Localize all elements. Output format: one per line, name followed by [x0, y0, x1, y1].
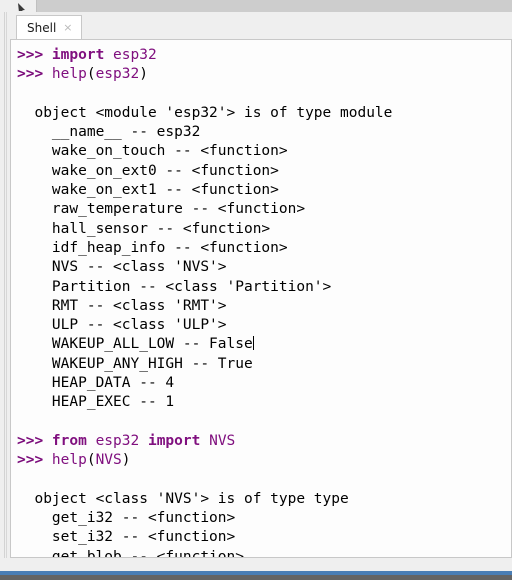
text-cursor — [252, 336, 254, 351]
console-line: __name__ -- esp32 — [17, 123, 511, 142]
console-text-segment: wake_on_touch -- <function> — [17, 143, 288, 160]
console-prompt: >>> — [17, 452, 52, 469]
console-text-segment: set_i32 -- <function> — [17, 529, 236, 546]
console-line: >>> help(esp32) — [17, 65, 511, 84]
console-line: NVS -- <class 'NVS'> — [17, 258, 511, 277]
console-text-segment — [87, 433, 96, 449]
shell-console-area[interactable]: >>> import esp32 >>> help(esp32) object <… — [10, 39, 512, 558]
console-line: get_blob -- <function> — [17, 548, 511, 557]
console-text-segment: ) — [121, 452, 131, 469]
cursor-arrow-icon — [17, 2, 28, 11]
console-text-segment: get_i32 -- <function> — [17, 510, 236, 527]
toolbar — [0, 0, 512, 12]
toolbar-background — [10, 0, 512, 12]
console-text-segment: object <module 'esp32'> is of type modul… — [17, 104, 393, 121]
console-line: raw_temperature -- <function> — [17, 200, 511, 219]
console-line: idf_heap_info -- <function> — [17, 239, 511, 258]
console-line: ULP -- <class 'ULP'> — [17, 316, 511, 335]
console-text-segment: idf_heap_info -- <function> — [17, 239, 288, 256]
console-prompt: >>> — [17, 432, 52, 449]
tab-bar: Shell × — [10, 12, 512, 40]
console-line: wake_on_touch -- <function> — [17, 142, 511, 161]
shell-console-text[interactable]: >>> import esp32 >>> help(esp32) object <… — [11, 40, 511, 557]
console-line: Partition -- <class 'Partition'> — [17, 278, 511, 297]
vertical-splitter[interactable] — [0, 12, 10, 580]
console-text-segment: hall_sensor -- <function> — [17, 220, 271, 237]
console-text-segment: raw_temperature -- <function> — [17, 201, 306, 218]
console-text-segment: WAKEUP_ANY_HIGH -- True — [17, 355, 253, 372]
close-icon[interactable]: × — [63, 22, 72, 34]
bottom-filler — [0, 558, 512, 571]
console-text-segment: NVS — [209, 432, 236, 449]
tab-shell[interactable]: Shell × — [16, 15, 82, 40]
console-text-segment: object <class 'NVS'> is of type type — [17, 490, 349, 507]
console-line: HEAP_EXEC -- 1 — [17, 393, 511, 412]
console-line: hall_sensor -- <function> — [17, 220, 511, 239]
console-text-segment: ULP -- <class 'ULP'> — [17, 317, 227, 334]
splitter-grip-line-1 — [4, 12, 5, 580]
console-text-segment: WAKEUP_ALL_LOW -- False — [17, 336, 253, 353]
thonny-shell-window: Shell × >>> import esp32 >>> help(esp32) … — [0, 0, 512, 580]
console-text-segment: __name__ -- esp32 — [17, 124, 201, 141]
console-line: get_i32 -- <function> — [17, 509, 511, 528]
console-text-segment: help — [51, 452, 87, 469]
splitter-grip-line-2 — [6, 12, 7, 580]
console-line: HEAP_DATA -- 4 — [17, 374, 511, 393]
console-text-segment: Partition -- <class 'Partition'> — [17, 278, 332, 295]
console-text-segment: RMT -- <class 'RMT'> — [17, 297, 227, 314]
console-text-segment: from — [51, 432, 87, 449]
console-text-segment — [104, 47, 113, 63]
console-text-segment: import — [51, 47, 105, 63]
console-text-segment: get_blob -- <function> — [17, 548, 244, 557]
console-line: >>> help(NVS) — [17, 451, 511, 470]
cursor-arrow-button[interactable] — [10, 0, 37, 12]
console-text-segment: NVS — [95, 452, 122, 469]
console-line: set_i32 -- <function> — [17, 528, 511, 547]
status-bar — [0, 575, 512, 580]
console-text-segment: wake_on_ext1 -- <function> — [17, 182, 279, 199]
console-text-segment: esp32 — [113, 47, 157, 63]
console-text-segment — [200, 433, 209, 449]
console-text-segment: wake_on_ext0 -- <function> — [17, 162, 279, 179]
console-line: RMT -- <class 'RMT'> — [17, 297, 511, 316]
console-prompt: >>> — [17, 47, 52, 63]
console-text-segment: ) — [139, 66, 148, 83]
console-text-segment: esp32 — [95, 66, 140, 83]
console-text-segment: help — [51, 66, 87, 83]
console-line: >>> import esp32 — [17, 46, 511, 65]
console-text-segment — [139, 433, 148, 449]
console-line: object <class 'NVS'> is of type type — [17, 490, 511, 509]
console-text-segment: esp32 — [95, 432, 140, 449]
console-text-segment: HEAP_EXEC -- 1 — [17, 394, 175, 411]
console-line: wake_on_ext0 -- <function> — [17, 162, 511, 181]
console-text-segment: import — [147, 432, 201, 449]
console-line: wake_on_ext1 -- <function> — [17, 181, 511, 200]
shell-panel: Shell × >>> import esp32 >>> help(esp32) … — [10, 12, 512, 558]
console-prompt: >>> — [17, 66, 52, 83]
tab-shell-label: Shell — [27, 21, 57, 35]
console-line: >>> from esp32 import NVS — [17, 432, 511, 451]
console-text-segment: HEAP_DATA -- 4 — [17, 375, 175, 392]
console-line: WAKEUP_ANY_HIGH -- True — [17, 355, 511, 374]
console-text-segment: ( — [86, 452, 96, 469]
console-line: object <module 'esp32'> is of type modul… — [17, 104, 511, 123]
console-text-segment: NVS -- <class 'NVS'> — [17, 259, 227, 276]
console-line: WAKEUP_ALL_LOW -- False — [17, 335, 511, 354]
console-text-segment: ( — [86, 66, 96, 83]
